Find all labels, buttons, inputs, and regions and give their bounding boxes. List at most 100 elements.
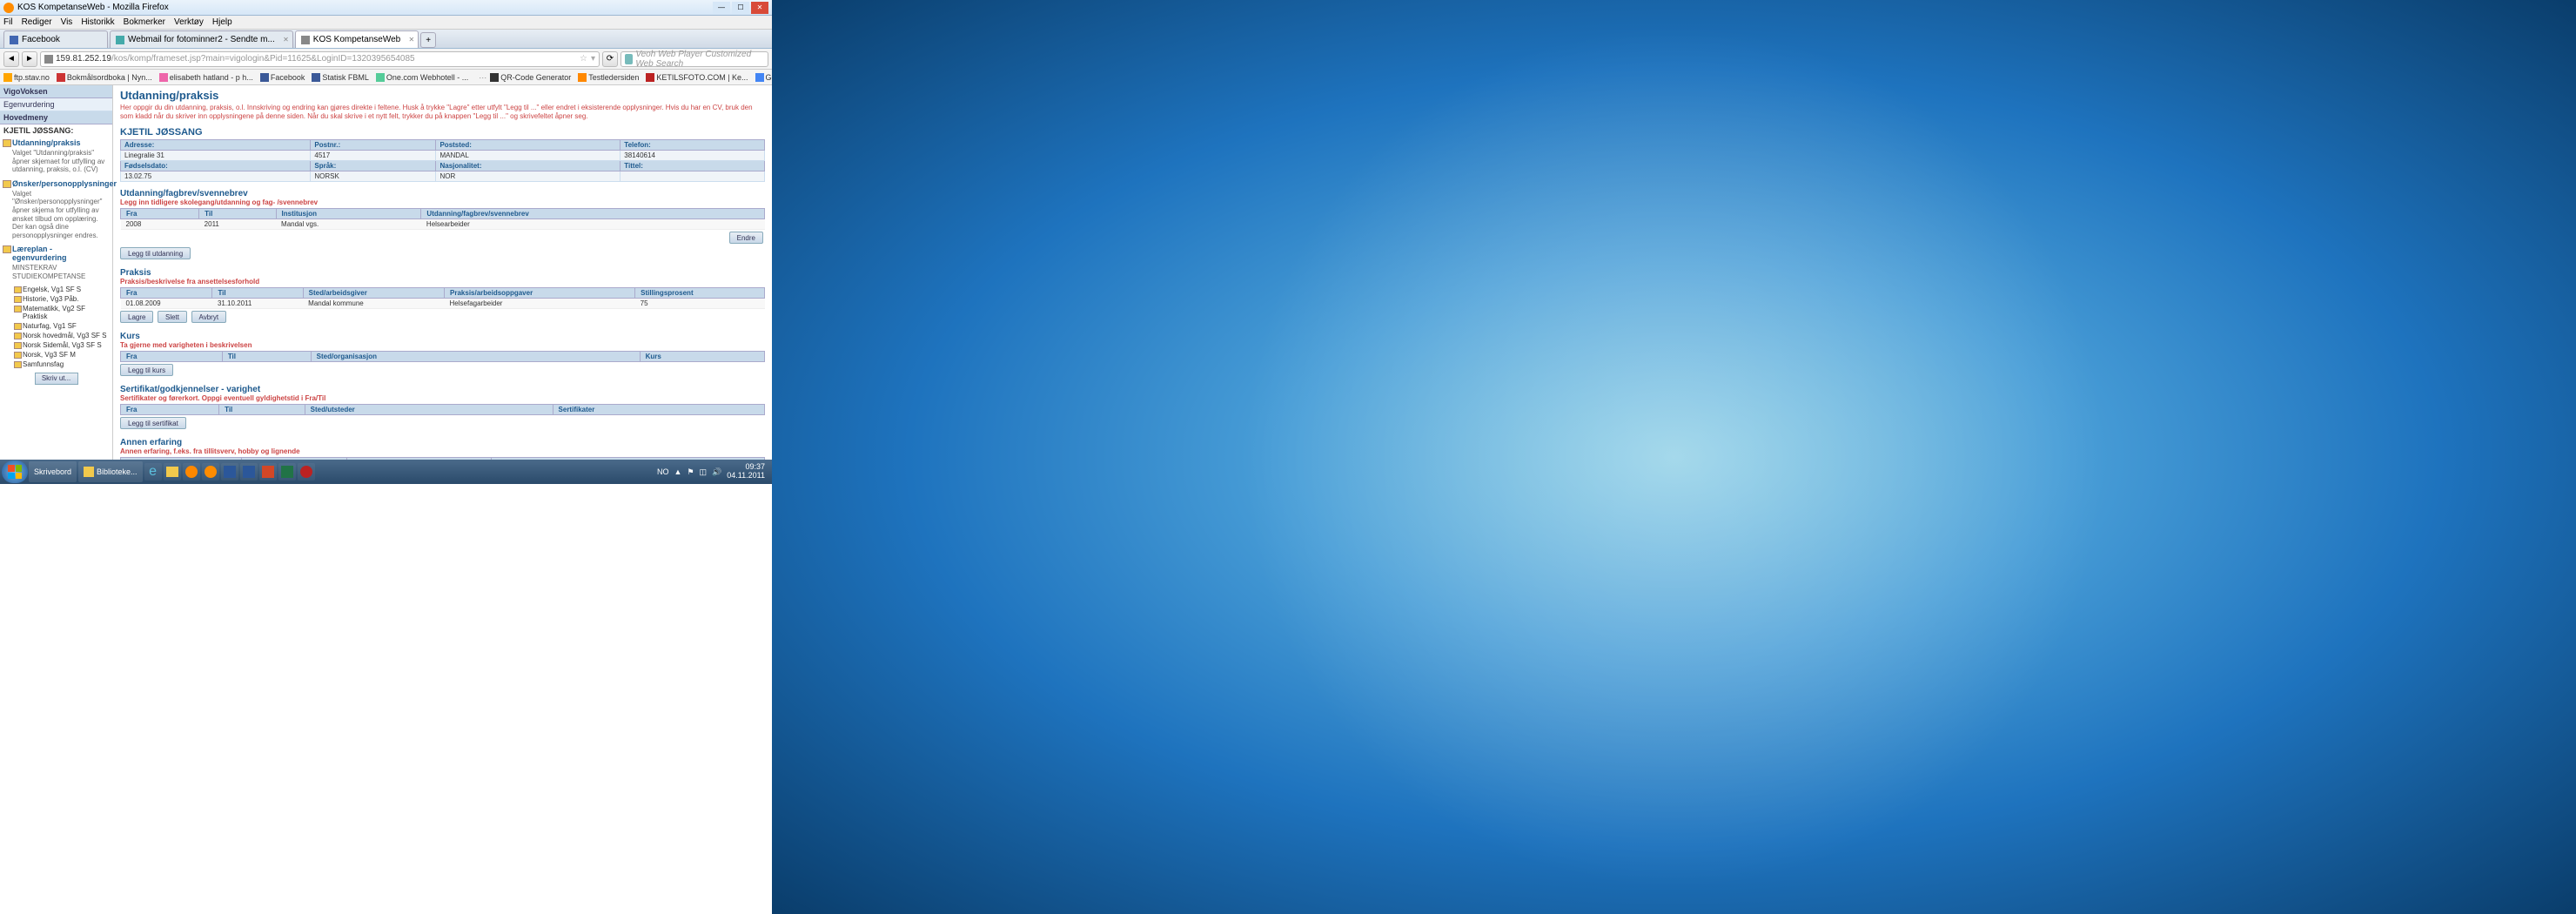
cell[interactable]: Mandal kommune xyxy=(303,298,444,308)
slett-button[interactable]: Slett xyxy=(158,311,187,323)
menu-historikk[interactable]: Historikk xyxy=(81,17,114,27)
tab-label: KOS KompetanseWeb xyxy=(313,35,400,44)
menu-bokmerker[interactable]: Bokmerker xyxy=(124,17,165,27)
th-nasj: Nasjonalitet: xyxy=(436,160,621,171)
menu-rediger[interactable]: Rediger xyxy=(22,17,52,27)
network-icon[interactable]: ◫ xyxy=(700,467,708,477)
maximize-button[interactable]: ☐ xyxy=(732,2,749,14)
endre-button[interactable]: Endre xyxy=(729,232,763,244)
cell[interactable]: 75 xyxy=(635,298,765,308)
sidebar-egenvurdering[interactable]: Egenvurdering xyxy=(0,98,112,111)
firefox-taskbar-icon[interactable] xyxy=(202,463,219,481)
menu-verktoy[interactable]: Verktøy xyxy=(174,17,204,27)
search-input[interactable]: Veoh Web Player Customized Web Search xyxy=(621,51,768,67)
facebook-icon xyxy=(10,36,18,44)
bookmark-item[interactable]: One.com Webhotell - ... xyxy=(376,73,468,82)
bookmark-item[interactable]: ftp.stav.no xyxy=(3,73,50,82)
outlook-icon[interactable] xyxy=(221,463,238,481)
tab-webmail[interactable]: Webmail for fotominner2 - Sendte m... ✕ xyxy=(110,30,293,48)
explorer-icon[interactable] xyxy=(164,463,181,481)
close-icon[interactable]: ✕ xyxy=(409,36,415,44)
col: Utdanning/fagbrev/svennebrev xyxy=(421,208,765,218)
tray-arrow-icon[interactable]: ▲ xyxy=(674,467,682,476)
menu-bar: Fil Rediger Vis Historikk Bokmerker Verk… xyxy=(0,16,772,30)
excel-icon[interactable] xyxy=(278,463,296,481)
sidebar-subject[interactable]: Engelsk, Vg1 SF S xyxy=(0,285,112,294)
sidebar-subject[interactable]: Norsk, Vg3 SF M xyxy=(0,350,112,360)
tab-label: Webmail for fotominner2 - Sendte m... xyxy=(128,35,275,44)
app-icon[interactable] xyxy=(298,463,315,481)
url-path: /kos/komp/frameset.jsp?main=vigologin&Pi… xyxy=(111,54,415,64)
col: Sertifikater xyxy=(553,404,764,414)
menu-fil[interactable]: Fil xyxy=(3,17,13,27)
language-indicator[interactable]: NO xyxy=(657,467,669,476)
th-poststed: Poststed: xyxy=(436,139,621,150)
bookmark-item[interactable]: elisabeth hatland - p h... xyxy=(159,73,253,82)
tab-kos[interactable]: KOS KompetanseWeb ✕ xyxy=(295,30,419,48)
back-button[interactable]: ◄ xyxy=(3,51,19,67)
new-tab-button[interactable]: + xyxy=(420,32,436,48)
volume-icon[interactable]: 🔊 xyxy=(712,467,721,477)
close-button[interactable]: ✕ xyxy=(751,2,768,14)
globe-icon xyxy=(44,55,53,64)
forward-button[interactable]: ► xyxy=(22,51,37,67)
bookmark-item[interactable]: KETILSFOTO.COM | Ke... xyxy=(646,73,748,82)
flag-icon[interactable]: ⚑ xyxy=(687,467,694,477)
menu-vis[interactable]: Vis xyxy=(61,17,73,27)
taskbar-item[interactable]: Skrivebord xyxy=(29,461,77,482)
word-icon[interactable] xyxy=(240,463,258,481)
secondary-monitor-desktop[interactable] xyxy=(772,0,2576,914)
sidebar-subject[interactable]: Naturfag, Vg1 SF xyxy=(0,321,112,331)
sidebar-subject[interactable]: Norsk hovedmål, Vg3 SF S xyxy=(0,331,112,340)
section-annen-sub: Annen erfaring, f.eks. fra tillitsverv, … xyxy=(120,447,765,455)
tab-label: Facebook xyxy=(22,35,60,44)
bookmark-item[interactable]: Testledersiden xyxy=(578,73,639,82)
bookmark-item[interactable]: Statisk FBML xyxy=(312,73,369,82)
taskbar-label: Skrivebord xyxy=(34,467,71,476)
media-icon[interactable] xyxy=(183,463,200,481)
ie-icon[interactable]: e xyxy=(144,463,162,481)
bookmark-toolbar: ftp.stav.no Bokmålsordboka | Nyn... elis… xyxy=(0,70,772,85)
reload-button[interactable]: ⟳ xyxy=(602,51,618,67)
sidebar-subject[interactable]: Historie, Vg3 Påb. xyxy=(0,294,112,304)
td-poststed: MANDAL xyxy=(436,150,621,160)
dropdown-icon[interactable]: ▾ xyxy=(591,54,595,64)
cell[interactable]: Helsefagarbeider xyxy=(445,298,635,308)
bookmark-star-icon[interactable]: ☆ xyxy=(580,54,587,64)
avbryt-button[interactable]: Avbryt xyxy=(191,311,227,323)
url-input[interactable]: 159.81.252.19/kos/komp/frameset.jsp?main… xyxy=(40,51,600,67)
tab-facebook[interactable]: Facebook xyxy=(3,30,108,48)
td-telefon: 38140614 xyxy=(621,150,765,160)
print-button[interactable]: Skriv ut... xyxy=(35,373,78,385)
legg-til-utdanning-button[interactable]: Legg til utdanning xyxy=(120,247,191,259)
section-praksis-sub: Praksis/beskrivelse fra ansettelsesforho… xyxy=(120,278,765,286)
bookmark-item[interactable]: Google Kalender xyxy=(755,73,772,82)
sidebar-item-utdanning[interactable]: Utdanning/praksis xyxy=(0,137,112,149)
clock[interactable]: 09:37 04.11.2011 xyxy=(727,463,765,481)
cell[interactable]: 01.08.2009 xyxy=(121,298,212,308)
sidebar-item-onsker[interactable]: Ønsker/personopplysninger xyxy=(0,178,112,190)
close-icon[interactable]: ✕ xyxy=(283,36,289,44)
lagre-button[interactable]: Lagre xyxy=(120,311,153,323)
powerpoint-icon[interactable] xyxy=(259,463,277,481)
menu-hjelp[interactable]: Hjelp xyxy=(212,17,232,27)
sidebar-item-laereplan[interactable]: Læreplan - egenvurdering xyxy=(0,243,112,264)
legg-til-sertifikat-button[interactable]: Legg til sertifikat xyxy=(120,417,186,429)
folder-icon xyxy=(3,73,12,82)
person-info-table: Adresse: Postnr.: Poststed: Telefon: Lin… xyxy=(120,139,765,182)
windows-logo-icon xyxy=(8,465,22,479)
bookmark-item[interactable]: Facebook xyxy=(260,73,305,82)
start-button[interactable] xyxy=(2,460,28,483)
sidebar-subject[interactable]: Norsk Sidemål, Vg3 SF S xyxy=(0,340,112,350)
taskbar-item[interactable]: Biblioteke... xyxy=(78,461,143,482)
folder-icon xyxy=(84,467,94,477)
bookmark-item[interactable]: QR-Code Generator xyxy=(490,73,571,82)
url-host: 159.81.252.19 xyxy=(56,54,111,64)
bookmark-item[interactable]: Bokmålsordboka | Nyn... xyxy=(57,73,152,82)
page-title: Utdanning/praksis xyxy=(120,89,765,102)
sidebar-subject[interactable]: Matematikk, Vg2 SF Praktisk xyxy=(0,304,112,321)
cell[interactable]: 31.10.2011 xyxy=(212,298,303,308)
minimize-button[interactable]: — xyxy=(713,2,730,14)
legg-til-kurs-button[interactable]: Legg til kurs xyxy=(120,364,173,376)
sidebar-subject[interactable]: Samfunnsfag xyxy=(0,360,112,369)
